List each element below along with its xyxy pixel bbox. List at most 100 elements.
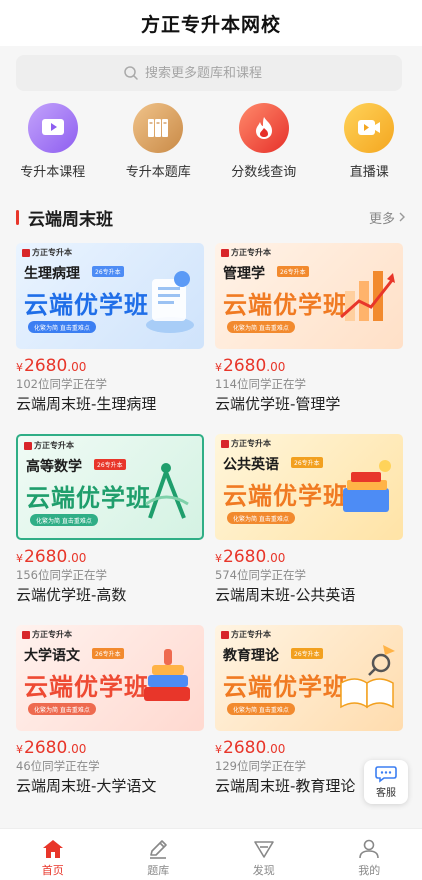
course-thumbnail[interactable]: 方正专升本 生理病理 26专升本 云端优学班 化繁为简 直击重难点 xyxy=(16,243,204,349)
course-thumbnail[interactable]: 方正专升本 管理学 26专升本 云端优学班 化繁为简 直击重难点 xyxy=(215,243,403,349)
thumb-subject: 高等数学 xyxy=(26,459,82,475)
price: ¥2680.00 xyxy=(215,738,403,758)
learner-count: 46位同学正在学 xyxy=(16,759,100,773)
compass-illustration-icon xyxy=(145,463,189,519)
price: ¥2680.00 xyxy=(16,356,204,376)
course-thumbnail[interactable]: 方正专升本 大学语文 26专升本 云端优学班 化繁为简 直击重难点 xyxy=(16,625,204,731)
thumb-tag: 26专升本 xyxy=(291,648,323,659)
tab-mine[interactable]: 我的 xyxy=(317,829,422,880)
course-card[interactable]: 方正专升本 公共英语 26专升本 云端优学班 化繁为简 直击重难点 ¥2680.… xyxy=(215,434,403,605)
chart-illustration-icon xyxy=(340,271,395,321)
video-icon xyxy=(27,103,78,153)
home-icon xyxy=(42,840,63,858)
brand-text: 方正专升本 xyxy=(32,630,72,639)
category-courses[interactable]: 专升本课程 xyxy=(0,100,106,180)
category-row: 专升本课程 专升本题库 分数线查询 直播课 xyxy=(0,100,422,180)
thumb-tag: 26专升本 xyxy=(277,266,309,277)
category-question-bank[interactable]: 专升本题库 xyxy=(106,100,212,180)
category-label: 直播课 xyxy=(349,165,389,180)
books-icon xyxy=(133,103,184,153)
currency: ¥ xyxy=(16,743,23,756)
thumb-tag: 26专升本 xyxy=(92,648,124,659)
price-int: 2680 xyxy=(24,356,68,376)
currency: ¥ xyxy=(16,552,23,565)
thumb-tag: 26专升本 xyxy=(94,459,126,470)
course-name[interactable]: 云端优学班-高数 xyxy=(16,584,204,605)
price: ¥2680.00 xyxy=(16,738,204,758)
search-input[interactable] xyxy=(145,65,295,81)
course-name[interactable]: 云端优学班-管理学 xyxy=(215,393,403,414)
price-int: 2680 xyxy=(223,356,267,376)
course-thumbnail[interactable]: 方正专升本 公共英语 26专升本 云端优学班 化繁为简 直击重难点 xyxy=(215,434,403,540)
logo-mark-icon xyxy=(221,248,229,257)
tab-discover[interactable]: 发现 xyxy=(211,829,317,880)
tab-question-bank[interactable]: 题库 xyxy=(106,829,212,880)
category-label: 专升本课程 xyxy=(20,165,86,180)
learner-count: 156位同学正在学 xyxy=(16,568,107,582)
price-dec: .00 xyxy=(67,360,87,374)
category-score-lookup[interactable]: 分数线查询 xyxy=(211,100,317,180)
thumb-slogan: 化繁为简 直击重难点 xyxy=(227,321,295,333)
tab-home[interactable]: 首页 xyxy=(0,829,106,880)
brand-text: 方正专升本 xyxy=(32,248,72,257)
logo-mark-icon xyxy=(221,439,229,448)
thumb-slogan: 化繁为简 直击重难点 xyxy=(30,514,98,526)
book-stack-icon xyxy=(144,649,190,701)
category-label: 分数线查询 xyxy=(231,165,297,180)
price-int: 2680 xyxy=(24,738,68,758)
learner-count: 102位同学正在学 xyxy=(16,377,107,391)
thumb-slogan: 化繁为简 直击重难点 xyxy=(28,321,96,333)
thumb-title: 云端优学班 xyxy=(26,484,151,512)
thumb-subject: 教育理论 xyxy=(223,648,279,664)
logo-mark-icon xyxy=(22,630,30,639)
price: ¥2680.00 xyxy=(215,547,403,567)
price-int: 2680 xyxy=(24,547,68,567)
price: ¥2680.00 xyxy=(16,547,204,567)
course-card[interactable]: 方正专升本 大学语文 26专升本 云端优学班 化繁为简 直击重难点 ¥2680.… xyxy=(16,625,204,796)
thumb-slogan: 化繁为简 直击重难点 xyxy=(227,512,295,524)
chat-bubble-icon xyxy=(375,766,397,783)
brand-logo: 方正专升本 xyxy=(22,629,72,640)
customer-service-button[interactable]: 客服 xyxy=(364,760,408,804)
search-icon xyxy=(124,66,138,80)
price-dec: .00 xyxy=(266,551,286,565)
logo-mark-icon xyxy=(221,630,229,639)
brand-logo: 方正专升本 xyxy=(221,629,271,640)
course-thumbnail[interactable]: 方正专升本 高等数学 26专升本 云端优学班 化繁为简 直击重难点 xyxy=(16,434,204,540)
price-dec: .00 xyxy=(266,742,286,756)
course-name[interactable]: 云端周末班-公共英语 xyxy=(215,584,403,605)
price-int: 2680 xyxy=(223,738,267,758)
section-title: 云端周末班 xyxy=(28,209,113,230)
course-name[interactable]: 云端周末班-大学语文 xyxy=(16,775,204,796)
thumb-slogan: 化繁为简 直击重难点 xyxy=(28,703,96,715)
brand-logo: 方正专升本 xyxy=(24,440,74,451)
currency: ¥ xyxy=(215,361,222,374)
more-link[interactable]: 更多 xyxy=(369,208,406,227)
live-icon xyxy=(344,103,395,153)
brand-logo: 方正专升本 xyxy=(221,438,271,449)
customer-service-label: 客服 xyxy=(376,788,396,799)
course-card[interactable]: 方正专升本 高等数学 26专升本 云端优学班 化繁为简 直击重难点 ¥2680.… xyxy=(16,434,204,605)
more-label: 更多 xyxy=(368,211,395,227)
thumb-subject: 生理病理 xyxy=(24,266,80,282)
brand-logo: 方正专升本 xyxy=(221,247,271,258)
brand-text: 方正专升本 xyxy=(231,248,271,257)
course-card[interactable]: 方正专升本 生理病理 26专升本 云端优学班 化繁为简 直击重难点 ¥2680.… xyxy=(16,243,204,414)
section-header: 云端周末班 更多 xyxy=(16,205,406,230)
brand-logo: 方正专升本 xyxy=(22,247,72,258)
flame-icon xyxy=(238,103,289,153)
chevron-right-icon xyxy=(399,212,405,222)
tab-label: 我的 xyxy=(358,864,381,877)
thumb-tag: 26专升本 xyxy=(92,266,124,277)
bottom-tab-bar: 首页 题库 发现 我的 xyxy=(0,828,422,880)
thumb-subject: 管理学 xyxy=(223,266,265,282)
search-bar[interactable] xyxy=(16,55,402,91)
document-illustration-icon xyxy=(146,271,194,333)
thumb-title: 云端优学班 xyxy=(24,673,149,701)
logo-mark-icon xyxy=(22,248,30,257)
course-thumbnail[interactable]: 方正专升本 教育理论 26专升本 云端优学班 化繁为简 直击重难点 xyxy=(215,625,403,731)
course-card[interactable]: 方正专升本 管理学 26专升本 云端优学班 化繁为简 直击重难点 ¥2680.0… xyxy=(215,243,403,414)
category-live[interactable]: 直播课 xyxy=(317,100,422,180)
brand-text: 方正专升本 xyxy=(231,439,271,448)
course-name[interactable]: 云端周末班-生理病理 xyxy=(16,393,204,414)
